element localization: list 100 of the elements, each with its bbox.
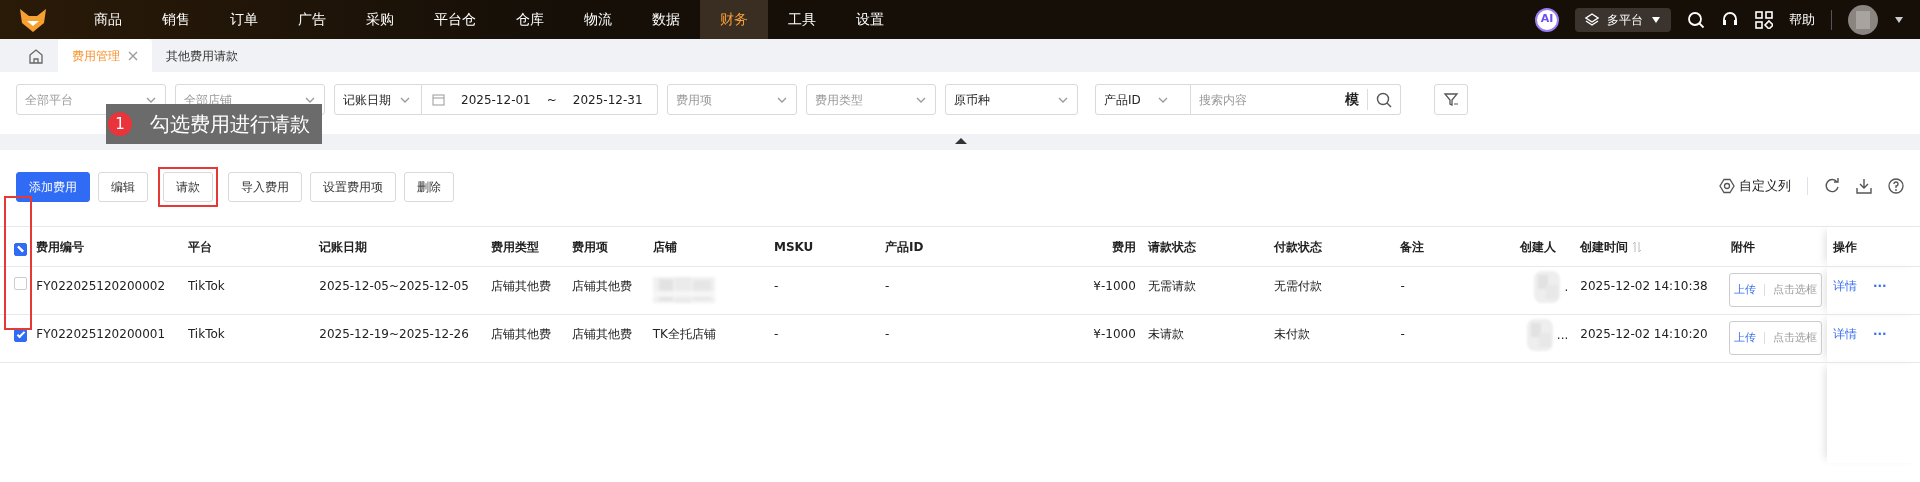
nav-item[interactable]: 工具: [768, 0, 836, 39]
select-field[interactable]: 原币种: [945, 84, 1078, 115]
nav-item[interactable]: 财务: [700, 0, 768, 39]
more-button[interactable]: ···: [1872, 279, 1887, 293]
search-icon: [1376, 92, 1392, 108]
column-header: 产品ID: [885, 239, 924, 254]
column-header: 备注: [1400, 239, 1425, 254]
nav-item[interactable]: 设置: [836, 0, 904, 39]
more-button[interactable]: ···: [1872, 327, 1887, 341]
caret-icon: [1651, 15, 1661, 24]
table-cell: 店铺其他费: [491, 327, 552, 341]
table-cell: ¥-1000: [1093, 327, 1136, 341]
table-cell: TikTok: [187, 327, 225, 341]
date-range-field[interactable]: 2025-12-01 ~ 2025-12-31: [422, 84, 658, 115]
table-cell: -: [885, 327, 890, 341]
table-cell: 店铺其他费: [571, 279, 632, 293]
table-cell: -: [773, 327, 779, 341]
search-field[interactable]: 搜索内容 模: [1191, 84, 1401, 115]
attachment-field[interactable]: 上传 点击选框: [1728, 321, 1822, 355]
toolbar-button[interactable]: 添加费用: [16, 172, 90, 202]
nav-item[interactable]: 订单: [210, 0, 278, 39]
table-cell: .: [1564, 279, 1569, 294]
column-header: 操作: [1832, 239, 1857, 254]
table-cell: 店铺其他费: [491, 279, 552, 293]
attachment-field[interactable]: 上传 点击选框: [1728, 273, 1822, 307]
nav-item[interactable]: 物流: [564, 0, 632, 39]
nav-item[interactable]: 采购: [346, 0, 414, 39]
nav-item[interactable]: 广告: [278, 0, 346, 39]
column-header: 费用类型: [491, 239, 540, 254]
table-cell: FY022025120200001: [36, 327, 166, 341]
platform-dropdown[interactable]: 多平台: [1575, 7, 1671, 32]
table-cell: -: [773, 279, 779, 293]
column-header: 附件: [1730, 239, 1755, 254]
nav-item[interactable]: 数据: [632, 0, 700, 39]
column-header: 付款状态: [1274, 239, 1323, 254]
search-type-select[interactable]: 产品ID: [1095, 84, 1191, 115]
nav-item[interactable]: 平台仓: [414, 0, 496, 39]
table-cell: 2025-12-02 14:10:38: [1580, 279, 1708, 293]
home-icon: [28, 47, 44, 64]
attachment-hint: 点击选框: [1772, 281, 1817, 298]
page-tab[interactable]: 其他费用请款: [152, 39, 252, 72]
table-cell: 店铺其他费: [571, 327, 632, 341]
column-header: 创建时间: [1580, 239, 1629, 254]
help-link[interactable]: 帮助: [1789, 9, 1815, 30]
search-icon: [1687, 10, 1705, 29]
detail-link[interactable]: 详情: [1832, 279, 1857, 293]
gear-icon: [1719, 177, 1735, 194]
attachment-hint: 点击选框: [1772, 329, 1817, 346]
filter-icon: [1443, 91, 1459, 108]
column-header: 费用编号: [36, 239, 85, 254]
table-cell: 无需付款: [1274, 279, 1323, 293]
sort-icon: [1632, 241, 1643, 253]
table-cell: TK全托店铺: [652, 327, 716, 341]
table-cell: -: [1400, 279, 1405, 293]
detail-link[interactable]: 详情: [1832, 327, 1857, 341]
help-icon: [1888, 177, 1904, 194]
table-cell: 无需请款: [1147, 279, 1196, 293]
filter-button[interactable]: [1434, 84, 1468, 115]
ai-button[interactable]: AI: [1535, 7, 1559, 32]
toolbar-button[interactable]: 请款: [163, 172, 213, 202]
calendar-icon: [432, 93, 445, 106]
nav-item[interactable]: 销售: [142, 0, 210, 39]
table-cell: 未付款: [1274, 327, 1311, 341]
table-cell: FY022025120200002: [36, 279, 166, 293]
match-mode-toggle[interactable]: 模: [1345, 89, 1368, 110]
nav-item[interactable]: 商品: [74, 0, 142, 39]
fox-logo-icon: [18, 6, 48, 33]
custom-columns-button[interactable]: 自定义列: [1719, 176, 1791, 196]
download-icon: [1856, 177, 1872, 194]
column-header: MSKU: [773, 239, 814, 254]
checkbox[interactable]: [14, 243, 27, 257]
close-icon: [128, 50, 138, 61]
table-cell: 2025-12-02 14:10:20: [1580, 327, 1708, 341]
apps-icon: [1755, 10, 1773, 29]
toolbar-button[interactable]: 导入费用: [228, 172, 302, 202]
column-header: 请款状态: [1147, 239, 1196, 254]
collapse-arrow-icon: [954, 137, 968, 145]
table-cell: -: [885, 279, 890, 293]
upload-link[interactable]: 上传: [1733, 281, 1756, 299]
table-cell: -: [1400, 327, 1405, 341]
refresh-icon: [1824, 177, 1840, 194]
column-header: 费用: [1111, 239, 1136, 254]
table-cell: ...: [1556, 327, 1569, 342]
table-cell: 未请款: [1147, 327, 1184, 341]
table-cell: 2025-12-19~2025-12-26: [319, 327, 469, 341]
nav-item[interactable]: 仓库: [496, 0, 564, 39]
checkbox[interactable]: [14, 277, 27, 290]
upload-link[interactable]: 上传: [1733, 329, 1756, 347]
column-header: 费用项: [571, 239, 608, 254]
column-header: 创建人: [1519, 239, 1556, 254]
table-cell: 2025-12-05~2025-12-05: [319, 279, 469, 293]
date-type-select[interactable]: 记账日期: [334, 84, 422, 115]
toolbar-button[interactable]: 删除: [404, 172, 454, 202]
toolbar-button[interactable]: 设置费用项: [310, 172, 396, 202]
column-header: 店铺: [652, 239, 677, 254]
column-header: 平台: [187, 239, 212, 254]
column-header: 记账日期: [319, 239, 368, 254]
caret-icon: [1894, 15, 1904, 24]
toolbar-button[interactable]: 编辑: [98, 172, 148, 202]
table-cell: ¥-1000: [1093, 279, 1136, 293]
